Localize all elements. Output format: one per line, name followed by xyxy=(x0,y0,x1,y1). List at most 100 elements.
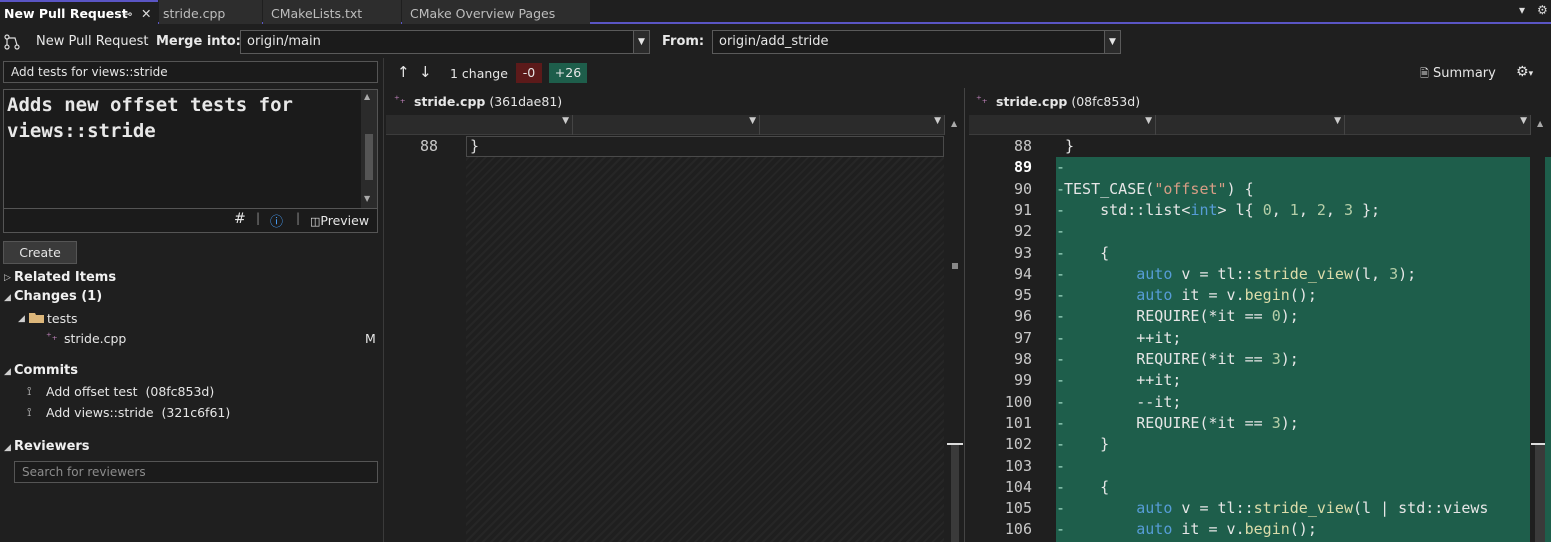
collapse-icon[interactable]: ◢ xyxy=(4,443,11,453)
member-dropdown[interactable]: ▼ xyxy=(1345,115,1531,135)
folder-icon xyxy=(29,313,44,323)
gear-icon[interactable]: ⚙▾ xyxy=(1516,64,1533,80)
preview-label: Preview xyxy=(320,213,370,228)
from-label: From: xyxy=(662,34,705,49)
code-line: ++it; xyxy=(1064,371,1182,390)
line-number: 104 xyxy=(1004,477,1032,496)
collapse-icon[interactable]: ◢ xyxy=(18,314,25,324)
description-scrollbar[interactable]: ▲ ▼ xyxy=(361,90,377,208)
added-count-badge: +26 xyxy=(549,63,587,83)
changes-header[interactable]: Changes (1) xyxy=(14,289,102,304)
right-file-header: stride.cpp (08fc853d) xyxy=(996,94,1141,109)
file-status-badge: M xyxy=(365,331,376,346)
merge-into-dropdown[interactable]: origin/main ▼ xyxy=(240,30,650,54)
commits-header[interactable]: Commits xyxy=(14,363,78,378)
line-number: 103 xyxy=(1004,456,1032,475)
reviewers-search-input[interactable]: Search for reviewers xyxy=(14,461,378,483)
line-number: 90 xyxy=(1013,179,1032,198)
scope-dropdown[interactable]: ▼ xyxy=(969,115,1156,135)
folder-tests[interactable]: tests xyxy=(47,311,78,326)
code-line: auto it = v.begin(); xyxy=(1136,286,1317,305)
previous-change-icon[interactable]: ↑ xyxy=(397,63,410,81)
line-number: 105 xyxy=(1004,499,1032,518)
reviewers-header[interactable]: Reviewers xyxy=(14,439,90,454)
collapse-icon[interactable]: ◢ xyxy=(4,367,11,377)
next-change-icon[interactable]: ↓ xyxy=(419,63,432,81)
chevron-down-icon[interactable]: ▼ xyxy=(633,31,649,53)
merge-into-label: Merge into: xyxy=(156,34,241,49)
tab-label: CMakeLists.txt xyxy=(271,6,363,21)
scrollbar-thumb[interactable] xyxy=(951,445,959,542)
toolbar-title: New Pull Request xyxy=(36,34,149,49)
collapse-icon[interactable]: ◢ xyxy=(4,293,11,303)
line-number: 106 xyxy=(1004,520,1032,539)
line-number: 99 xyxy=(1013,371,1032,390)
commit-icon: ⟟ xyxy=(27,384,32,398)
info-icon[interactable]: ⓘ xyxy=(270,211,283,230)
create-button[interactable]: Create xyxy=(3,241,77,264)
left-current-line xyxy=(466,136,944,157)
description-toolbar: # | ⓘ | ◫Preview xyxy=(3,209,378,233)
settings-gear-icon[interactable]: ⚙ xyxy=(1537,3,1548,17)
member-dropdown[interactable]: ▼ xyxy=(760,115,945,135)
change-count: 1 change xyxy=(450,66,508,81)
from-branch-dropdown[interactable]: origin/add_stride ▼ xyxy=(712,30,1121,54)
tab-cmake-overview[interactable]: CMake Overview Pages xyxy=(402,0,590,24)
line-number: 96 xyxy=(1013,307,1032,326)
removed-count-badge: -0 xyxy=(516,63,542,83)
code-line: auto v = tl::stride_view(l, 3); xyxy=(1136,264,1417,283)
changed-file-stride[interactable]: stride.cpp xyxy=(64,331,126,346)
code-line: { xyxy=(1064,243,1110,262)
code-line: REQUIRE(*it == 3); xyxy=(1064,413,1299,432)
line-number: 97 xyxy=(1013,328,1032,347)
line-number: 91 xyxy=(1013,200,1032,219)
right-nav-bar: ▼ ▼ ▼ xyxy=(969,115,1531,135)
code-line: auto it = v.begin(); xyxy=(1136,520,1317,539)
code-line: REQUIRE(*it == 3); xyxy=(1064,350,1299,368)
close-icon[interactable]: ✕ xyxy=(141,2,151,26)
code-line: ++it; xyxy=(1064,328,1182,347)
related-items-header[interactable]: Related Items xyxy=(14,270,116,285)
line-number: 101 xyxy=(1004,413,1032,432)
code-line: REQUIRE(*it == 0); xyxy=(1064,307,1299,326)
tab-label: New Pull Request xyxy=(4,6,128,21)
pr-description-editor[interactable]: Adds new offset tests for views::stride … xyxy=(3,89,378,209)
tab-cmakelists[interactable]: CMakeLists.txt xyxy=(263,0,401,24)
line-number: 89 xyxy=(1013,158,1032,177)
pin-icon[interactable]: ⊸ xyxy=(122,2,132,26)
pull-request-form: Add tests for views::stride Adds new off… xyxy=(0,58,384,542)
line-number: 92 xyxy=(1013,222,1032,241)
scrollbar-thumb[interactable] xyxy=(365,134,373,180)
commit-item[interactable]: Add views::stride (321c6f61) xyxy=(46,405,230,420)
document-tab-bar: New Pull Request ⊸ ✕ stride.cpp CMakeLis… xyxy=(0,0,1551,24)
tab-new-pull-request[interactable]: New Pull Request ⊸ ✕ xyxy=(0,0,158,24)
right-vertical-scrollbar[interactable]: ▲ xyxy=(1531,115,1551,542)
line-number: 95 xyxy=(1013,286,1032,305)
preview-button[interactable]: ◫Preview xyxy=(310,213,369,228)
tab-overflow-icon[interactable]: ▾ xyxy=(1519,3,1525,17)
left-empty-region xyxy=(466,136,944,542)
diff-viewer: ↑ ↓ 1 change -0 +26 🗎 Summary ⚙▾ ⁺₊ stri… xyxy=(386,58,1551,542)
left-vertical-scrollbar[interactable]: ▲ xyxy=(947,115,963,542)
line-number: 88 xyxy=(1013,137,1032,155)
tab-stride-cpp[interactable]: stride.cpp xyxy=(159,0,262,24)
tab-label: CMake Overview Pages xyxy=(410,6,556,21)
code-line: } xyxy=(470,137,480,155)
line-number: 94 xyxy=(1013,264,1032,283)
expand-icon[interactable]: ▷ xyxy=(4,273,11,283)
left-file-header: stride.cpp (361dae81) xyxy=(414,94,563,109)
pr-title-input[interactable]: Add tests for views::stride xyxy=(3,61,378,83)
diff-marker: - xyxy=(1056,158,1066,177)
scope-dropdown[interactable]: ▼ xyxy=(386,115,573,135)
diff-marker: - xyxy=(1056,456,1066,475)
chevron-down-icon[interactable]: ▼ xyxy=(1104,31,1120,53)
hash-icon[interactable]: # xyxy=(234,211,246,227)
code-line: std::list<int> l{ 0, 1, 2, 3 }; xyxy=(1064,200,1381,219)
type-dropdown[interactable]: ▼ xyxy=(573,115,760,135)
type-dropdown[interactable]: ▼ xyxy=(1156,115,1345,135)
commit-item[interactable]: Add offset test (08fc853d) xyxy=(46,384,214,399)
code-line: { xyxy=(1064,477,1110,496)
scrollbar-thumb[interactable] xyxy=(1535,445,1545,542)
diff-marker: - xyxy=(1056,222,1066,241)
summary-button[interactable]: 🗎 Summary xyxy=(1420,65,1496,84)
